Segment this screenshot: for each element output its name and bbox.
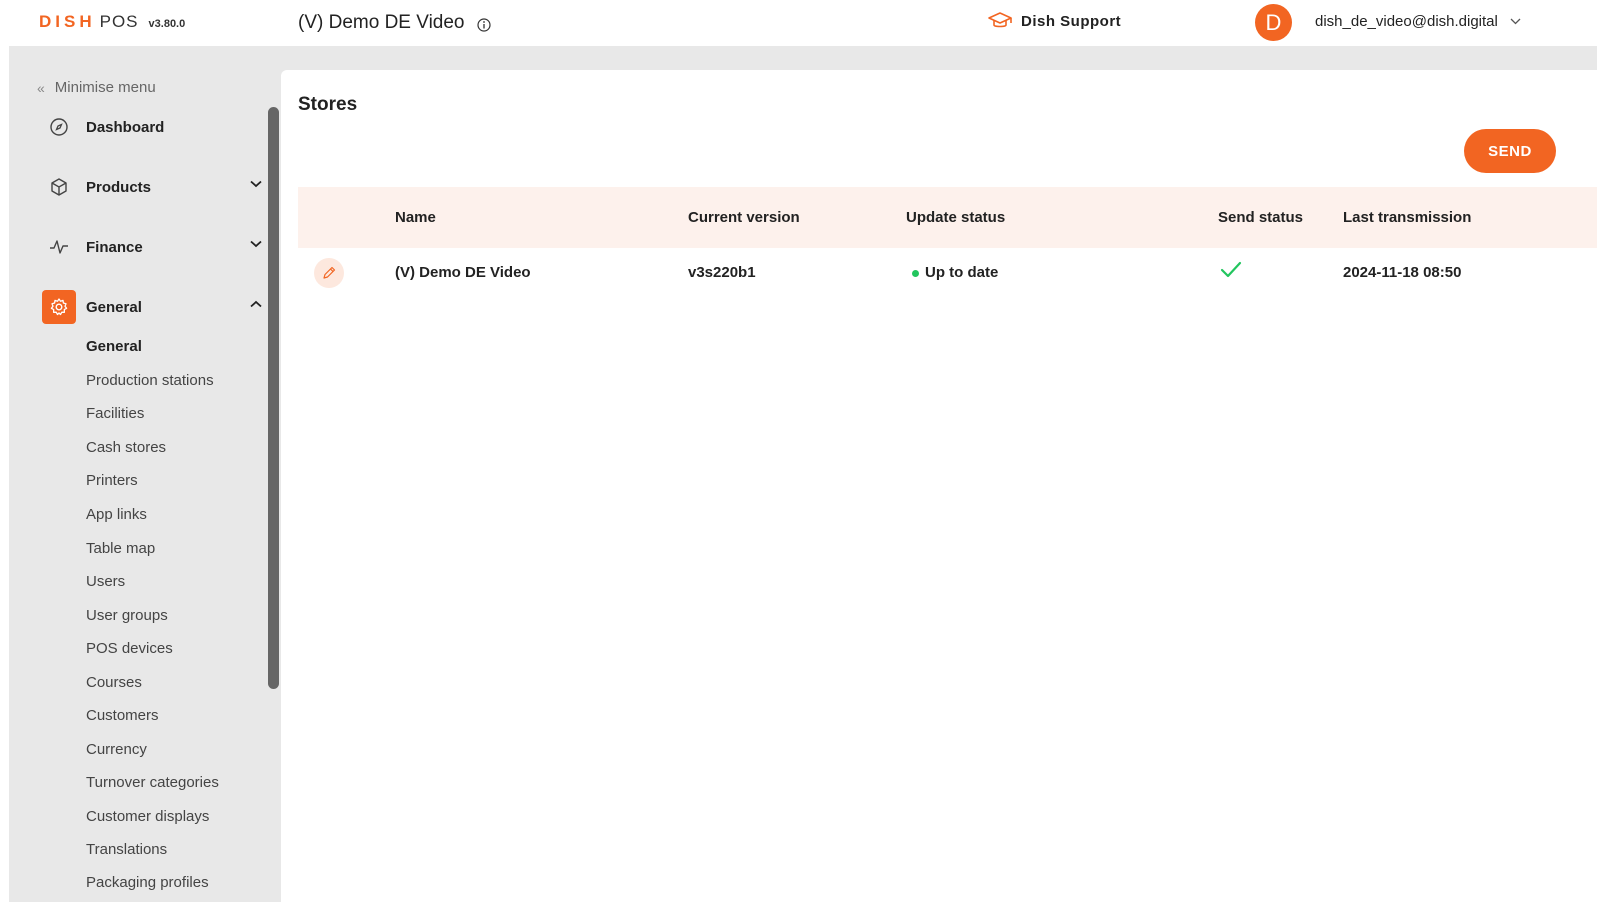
cell-name: (V) Demo DE Video xyxy=(395,264,531,281)
sidebar: « Minimise menu Dashboard Products Finan… xyxy=(9,70,281,902)
cell-current-version: v3s220b1 xyxy=(688,264,756,281)
sidebar-subitem-customer-displays[interactable]: Customer displays xyxy=(86,808,209,825)
column-header-last-transmission[interactable]: Last transmission xyxy=(1343,209,1471,226)
chevron-up-icon xyxy=(250,300,262,308)
update-status-text: Up to date xyxy=(925,264,999,281)
cell-update-status: Up to date xyxy=(912,264,998,281)
sidebar-subitem-cash-stores[interactable]: Cash stores xyxy=(86,439,166,456)
sidebar-item-dashboard[interactable]: Dashboard xyxy=(42,110,262,144)
minimise-menu-label: Minimise menu xyxy=(54,79,156,96)
user-email: dish_de_video@dish.digital xyxy=(1315,13,1498,30)
double-chevron-left-icon: « xyxy=(37,79,45,96)
column-header-send-status[interactable]: Send status xyxy=(1218,209,1303,226)
gear-icon xyxy=(42,290,76,324)
sidebar-scrollbar[interactable] xyxy=(268,107,279,689)
sidebar-item-label: Products xyxy=(86,178,152,196)
top-bar: DISH POS v3.80.0 (V) Demo DE Video Dish … xyxy=(0,0,1597,46)
table-row: (V) Demo DE Video v3s220b1 Up to date 20… xyxy=(298,248,1597,298)
info-icon[interactable] xyxy=(476,16,491,32)
sidebar-subitem-general[interactable]: General xyxy=(86,338,142,355)
support-label: Dish Support xyxy=(1021,12,1122,30)
chevron-down-icon xyxy=(250,240,262,248)
sidebar-item-label: Finance xyxy=(86,238,143,256)
check-icon xyxy=(1220,261,1242,283)
sidebar-subitem-translations[interactable]: Translations xyxy=(86,841,167,858)
column-header-update-status[interactable]: Update status xyxy=(906,209,1005,226)
column-header-current-version[interactable]: Current version xyxy=(688,209,800,226)
column-header-name[interactable]: Name xyxy=(395,209,436,226)
sidebar-subitem-app-links[interactable]: App links xyxy=(86,506,147,523)
sidebar-item-label: General xyxy=(86,298,142,316)
pencil-icon xyxy=(323,266,336,279)
chevron-down-icon xyxy=(1510,18,1521,25)
table-header: Name Current version Update status Send … xyxy=(298,187,1597,248)
sidebar-subitem-courses[interactable]: Courses xyxy=(86,674,142,691)
minimise-menu-button[interactable]: « Minimise menu xyxy=(37,79,156,96)
sidebar-subitem-facilities[interactable]: Facilities xyxy=(86,405,144,422)
graduation-cap-icon xyxy=(988,12,1012,28)
sidebar-subitem-packaging-profiles[interactable]: Packaging profiles xyxy=(86,874,209,891)
sidebar-item-general[interactable]: General xyxy=(42,290,262,324)
main-content: Stores SEND Name Current version Update … xyxy=(281,70,1597,902)
chevron-down-icon xyxy=(250,180,262,188)
cell-last-transmission: 2024-11-18 08:50 xyxy=(1343,264,1462,281)
pulse-icon xyxy=(42,230,76,264)
sidebar-subitem-printers[interactable]: Printers xyxy=(86,472,138,489)
logo-product: POS xyxy=(99,12,139,31)
send-button[interactable]: SEND xyxy=(1464,129,1556,173)
app-logo[interactable]: DISH POS v3.80.0 xyxy=(39,12,185,32)
sidebar-subitem-pos-devices[interactable]: POS devices xyxy=(86,640,173,657)
dish-support-link[interactable]: Dish Support xyxy=(987,11,1121,31)
app-version: v3.80.0 xyxy=(148,18,186,30)
sidebar-subitem-customers[interactable]: Customers xyxy=(86,707,159,724)
sidebar-subitem-users[interactable]: Users xyxy=(86,573,125,590)
store-name: (V) Demo DE Video xyxy=(298,12,465,33)
sidebar-item-products[interactable]: Products xyxy=(42,170,262,204)
user-menu[interactable]: dish_de_video@dish.digital xyxy=(1315,13,1521,30)
sidebar-subitem-user-groups[interactable]: User groups xyxy=(86,607,168,624)
status-dot-icon xyxy=(912,269,919,277)
compass-icon xyxy=(42,110,76,144)
store-title: (V) Demo DE Video xyxy=(298,12,491,34)
sidebar-subitem-production-stations[interactable]: Production stations xyxy=(86,372,214,389)
box-icon xyxy=(42,170,76,204)
sidebar-item-finance[interactable]: Finance xyxy=(42,230,262,264)
sidebar-subitem-table-map[interactable]: Table map xyxy=(86,540,155,557)
page-title: Stores xyxy=(298,94,358,115)
sidebar-subitem-turnover-categories[interactable]: Turnover categories xyxy=(86,774,219,791)
sidebar-subitem-currency[interactable]: Currency xyxy=(86,741,147,758)
logo-brand: DISH xyxy=(39,12,96,31)
sidebar-item-label: Dashboard xyxy=(86,118,165,136)
avatar[interactable]: D xyxy=(1255,4,1292,41)
edit-button[interactable] xyxy=(314,258,344,288)
